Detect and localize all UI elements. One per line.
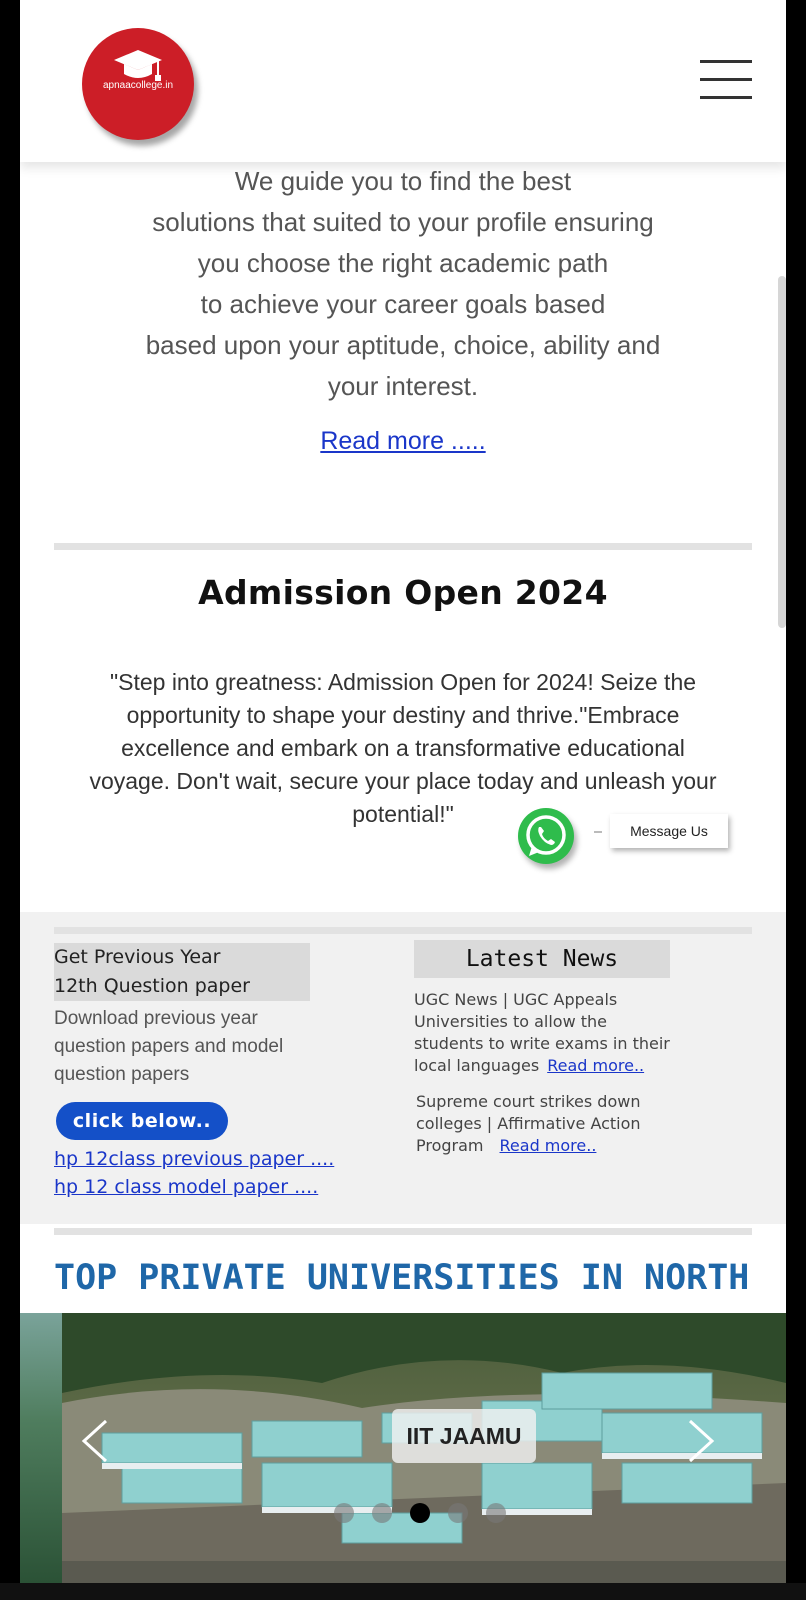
site-logo[interactable]: apnaacollege.in [82, 28, 194, 140]
intro-line: solutions that suited to your profile en… [152, 207, 654, 237]
carousel-dot[interactable] [372, 1503, 392, 1523]
previous-papers-title: Get Previous Year 12th Question paper [54, 943, 310, 1001]
site-header: apnaacollege.in [20, 0, 786, 162]
carousel-dot[interactable] [448, 1503, 468, 1523]
admission-title: Admission Open 2024 [198, 573, 608, 612]
model-paper-link[interactable]: hp 12 class model paper .... [54, 1176, 318, 1198]
divider [54, 927, 752, 934]
previous-papers-description: Download previous year question papers a… [54, 1005, 354, 1089]
message-connector [594, 831, 602, 833]
page: apnaacollege.in We guide you to find the… [20, 0, 786, 1583]
previous-papers-desc-line: question papers [54, 1064, 190, 1085]
whatsapp-icon [526, 815, 566, 856]
latest-news-title: Latest News [414, 940, 670, 978]
text-cursor: | [749, 1258, 754, 1298]
chevron-right-icon[interactable] [686, 1419, 716, 1463]
news-item: Supreme court strikes down colleges | Af… [416, 1091, 706, 1157]
carousel-slide: IIT JAAMU [62, 1313, 786, 1583]
news-line: Supreme court strikes down [416, 1092, 641, 1111]
previous-paper-link[interactable]: hp 12class previous paper .... [54, 1148, 334, 1170]
previous-papers-title-line: 12th Question paper [54, 975, 250, 997]
news-line: colleges | Affirmative Action [416, 1114, 641, 1133]
system-bottom-bar [0, 1583, 806, 1600]
intro-line: to achieve your career goals based [200, 289, 606, 319]
admission-line: voyage. Don't wait, secure your place to… [89, 768, 717, 794]
scrollbar[interactable] [778, 276, 786, 628]
admission-line: excellence and embark on a transformativ… [121, 735, 685, 761]
admission-line: "Step into greatness: Admission Open for… [109, 669, 697, 695]
read-more-link[interactable]: Read more ..... [20, 427, 786, 456]
previous-papers-desc-line: question papers and model [54, 1036, 284, 1057]
previous-papers-title-line: Get Previous Year [54, 946, 221, 968]
divider [54, 1228, 752, 1235]
whatsapp-button[interactable] [518, 808, 574, 864]
universities-carousel[interactable]: IIT JAAMU [20, 1313, 786, 1583]
carousel-dot[interactable] [334, 1503, 354, 1523]
admission-text: "Step into greatness: Admission Open for… [50, 666, 756, 831]
universities-title-text: TOP PRIVATE UNIVERSITIES IN NORTH [54, 1258, 750, 1298]
previous-slide-peek [20, 1313, 62, 1583]
universities-title: TOP PRIVATE UNIVERSITIES IN NORTH| [54, 1258, 754, 1298]
news-line: Program [416, 1136, 484, 1155]
intro-line: We guide you to find the best [234, 166, 572, 196]
carousel-dot-active[interactable] [410, 1503, 430, 1523]
intro-text: We guide you to find the best solutions … [20, 161, 786, 407]
news-item: UGC News | UGC Appeals Universities to a… [414, 989, 704, 1077]
news-line: local languages [414, 1056, 540, 1075]
intro-line: your interest. [327, 371, 479, 401]
slide-caption: IIT JAAMU [392, 1409, 536, 1463]
chevron-left-icon[interactable] [80, 1419, 110, 1463]
news-line: UGC News | UGC Appeals [414, 990, 618, 1009]
click-below-button[interactable]: click below.. [56, 1102, 228, 1140]
admission-line: opportunity to shape your destiny and th… [126, 702, 680, 728]
previous-papers-desc-line: Download previous year [54, 1008, 258, 1029]
carousel-dot[interactable] [486, 1503, 506, 1523]
divider [54, 543, 752, 550]
news-line: students to write exams in their [414, 1034, 670, 1053]
logo-text: apnaacollege.in [102, 80, 174, 91]
news-line: Universities to allow the [414, 1012, 608, 1031]
menu-icon[interactable] [700, 60, 752, 102]
news-read-more-link[interactable]: Read more.. [500, 1136, 597, 1155]
news-read-more-link[interactable]: Read more.. [547, 1056, 644, 1075]
intro-line: based upon your aptitude, choice, abilit… [145, 330, 661, 360]
intro-line: you choose the right academic path [197, 248, 609, 278]
message-us-button[interactable]: Message Us [610, 814, 728, 848]
